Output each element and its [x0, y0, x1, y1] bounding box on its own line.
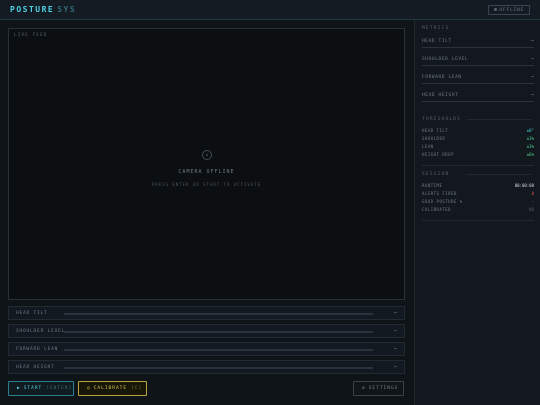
- metric-head-height: HEAD HEIGHT —: [422, 90, 534, 102]
- connection-status-badge: OFFLINE: [488, 5, 530, 15]
- threshold-shoulder: SHOULDER ±3%: [422, 135, 534, 143]
- section-divider: [422, 220, 534, 221]
- start-label: START: [23, 386, 43, 391]
- metric-value: —: [530, 38, 534, 44]
- bar-value: —: [393, 310, 397, 316]
- threshold-value: ±6%: [526, 152, 534, 157]
- head-tilt-meter: [64, 313, 373, 315]
- bar-row-head-height: HEAD HEIGHT —: [8, 360, 405, 374]
- session-alerts: ALERTS FIRED 0: [422, 190, 534, 198]
- bar-value: —: [393, 346, 397, 352]
- camera-offline-hint: PRESS ENTER OR START TO ACTIVATE: [151, 182, 262, 187]
- connection-status-text: OFFLINE: [499, 8, 524, 13]
- threshold-label: LEAN: [422, 144, 434, 149]
- shoulder-level-meter: [64, 331, 373, 333]
- bar-label: HEAD TILT: [16, 311, 48, 316]
- start-shortcut-hint: [ENTER]: [46, 386, 73, 391]
- threshold-label: HEAD TILT: [422, 128, 449, 133]
- settings-button[interactable]: ⚙ SETTINGS: [353, 381, 404, 396]
- metric-shoulder-level: SHOULDER LEVEL —: [422, 54, 534, 66]
- calibrate-label: CALIBRATE: [93, 386, 128, 391]
- feed-label: LIVE FEED: [14, 33, 48, 38]
- bar-label: FORWARD LEAN: [16, 347, 59, 352]
- bar-row-forward-lean: FORWARD LEAN —: [8, 342, 405, 356]
- threshold-head-tilt: HEAD TILT ±8°: [422, 127, 534, 135]
- metric-value: —: [530, 56, 534, 62]
- camera-icon: [202, 150, 212, 160]
- app-logo: POSTURE SYS: [10, 5, 76, 14]
- settings-label: SETTINGS: [368, 386, 399, 391]
- head-height-meter: [64, 367, 373, 369]
- metric-forward-lean: FORWARD LEAN —: [422, 72, 534, 84]
- play-icon: ▶: [17, 386, 21, 391]
- metric-label: FORWARD LEAN: [422, 75, 462, 80]
- metric-value: —: [530, 92, 534, 98]
- session-label: GOOD POSTURE %: [422, 199, 463, 204]
- session-label: RUNTIME: [422, 183, 443, 188]
- session-section-title: SESSION: [422, 172, 450, 177]
- threshold-lean: LEAN ±3%: [422, 143, 534, 151]
- calibrated-value: NO: [529, 207, 534, 212]
- camera-feed: LIVE FEED CAMERA OFFLINE PRESS ENTER OR …: [8, 28, 405, 300]
- gear-icon: ⚙: [362, 386, 366, 391]
- metric-head-tilt: HEAD TILT —: [422, 36, 534, 48]
- status-dot-icon: [494, 7, 498, 11]
- good-posture-value: —: [531, 199, 534, 204]
- forward-lean-meter: [64, 349, 373, 351]
- app-title-primary: POSTURE: [10, 5, 55, 14]
- target-icon: ◎: [87, 386, 91, 391]
- camera-offline-title: CAMERA OFFLINE: [178, 169, 235, 175]
- sidebar: METRICS HEAD TILT — SHOULDER LEVEL — FOR…: [414, 20, 540, 405]
- threshold-value: ±8°: [526, 128, 534, 133]
- app-title-secondary: SYS: [57, 5, 77, 14]
- metric-label: SHOULDER LEVEL: [422, 57, 469, 62]
- session-divider: [467, 174, 532, 175]
- alerts-value: 0: [531, 191, 534, 196]
- start-button[interactable]: ▶ START [ENTER]: [8, 381, 74, 396]
- calibrate-shortcut-hint: [C]: [131, 386, 143, 391]
- bar-value: —: [393, 364, 397, 370]
- threshold-height-drop: HEIGHT DROP ±6%: [422, 151, 534, 159]
- main-panel: LIVE FEED CAMERA OFFLINE PRESS ENTER OR …: [0, 20, 414, 405]
- threshold-label: HEIGHT DROP: [422, 152, 454, 157]
- bar-label: SHOULDER LEVEL: [16, 329, 66, 334]
- bar-row-shoulder-level: SHOULDER LEVEL —: [8, 324, 405, 338]
- threshold-value: ±3%: [526, 144, 534, 149]
- thresholds-section-title: THRESHOLDS: [422, 117, 462, 122]
- metric-value: —: [530, 74, 534, 80]
- metric-label: HEAD HEIGHT: [422, 93, 459, 98]
- bar-value: —: [393, 328, 397, 334]
- session-label: CALIBRATED: [422, 207, 452, 212]
- top-bar: POSTURE SYS OFFLINE: [0, 0, 540, 20]
- metrics-section-title: METRICS: [422, 26, 450, 31]
- bar-row-head-tilt: HEAD TILT —: [8, 306, 405, 320]
- session-label: ALERTS FIRED: [422, 191, 457, 196]
- bar-label: HEAD HEIGHT: [16, 365, 55, 370]
- thresholds-divider: [467, 119, 532, 120]
- metric-label: HEAD TILT: [422, 39, 452, 44]
- threshold-label: SHOULDER: [422, 136, 446, 141]
- session-good-posture: GOOD POSTURE % —: [422, 198, 534, 206]
- threshold-value: ±3%: [526, 136, 534, 141]
- section-divider: [422, 165, 534, 166]
- runtime-value: 00:00:00: [514, 183, 534, 188]
- session-runtime: RUNTIME 00:00:00: [422, 182, 534, 190]
- session-calibrated: CALIBRATED NO: [422, 206, 534, 214]
- calibrate-button[interactable]: ◎ CALIBRATE [C]: [78, 381, 147, 396]
